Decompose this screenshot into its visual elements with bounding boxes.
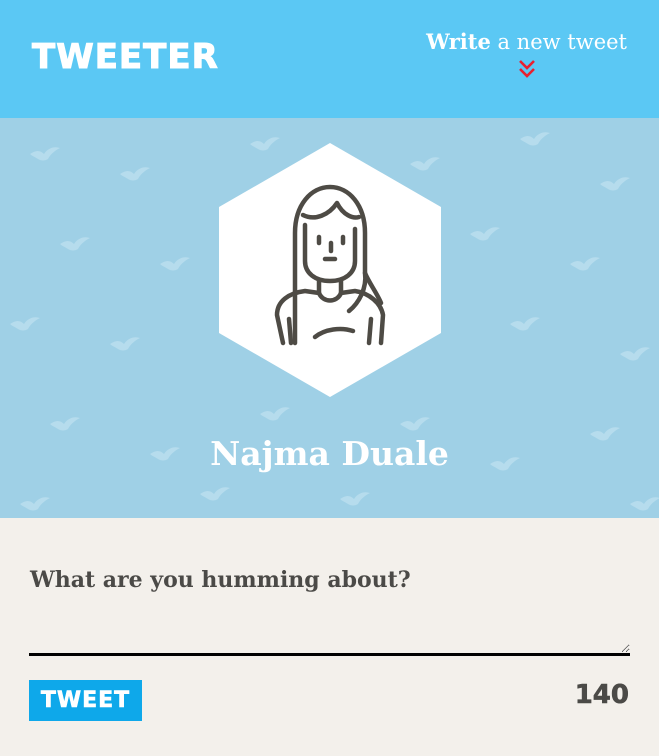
tweet-composer: What are you humming about? TWEET 140 [0, 518, 659, 756]
woman-avatar-icon [219, 143, 441, 397]
double-chevron-down-icon [518, 58, 536, 78]
character-counter: 140 [574, 680, 629, 711]
tweet-prompt-label: What are you humming about? [30, 567, 411, 593]
avatar [219, 143, 441, 397]
tweet-input[interactable] [29, 612, 630, 656]
app-header: TWEETER Write a new tweet [0, 0, 659, 118]
tweet-button[interactable]: TWEET [29, 680, 142, 721]
write-link-bold-text: Write [426, 29, 491, 54]
user-name: Najma Duale [210, 434, 449, 473]
app-logo[interactable]: TWEETER [32, 36, 219, 78]
write-link-text: a new tweet [490, 30, 627, 54]
profile-banner: Najma Duale [0, 118, 659, 518]
write-new-tweet-link[interactable]: Write a new tweet [426, 28, 627, 78]
